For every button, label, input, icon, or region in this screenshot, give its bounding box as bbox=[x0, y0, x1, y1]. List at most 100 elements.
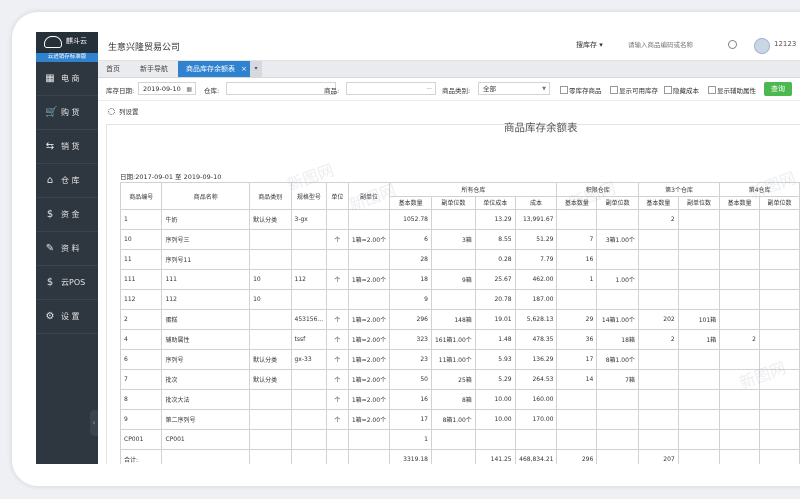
pencil-icon: ✎ bbox=[45, 242, 55, 254]
col-header-base-qty[interactable]: 基本数量 bbox=[637, 195, 679, 210]
calendar-icon[interactable]: ▦ bbox=[186, 83, 192, 96]
search-icon[interactable] bbox=[728, 40, 737, 49]
available-stock-checkbox[interactable] bbox=[610, 86, 618, 94]
hide-cost-checkbox[interactable] bbox=[664, 86, 672, 94]
table-cell: 17 bbox=[556, 349, 598, 370]
table-row[interactable]: 10 序列号三 个 1箱=2.00个 6 3箱 8.55 51.29 7 3箱1.00个 bbox=[119, 229, 800, 250]
table-cell bbox=[677, 289, 721, 310]
table-row[interactable]: 1 牛奶 默认分类 3-gx 1052.78 13.29 13,991.67 2 bbox=[119, 209, 800, 230]
table-cell bbox=[596, 209, 639, 230]
search-input[interactable] bbox=[628, 38, 740, 52]
category-select[interactable]: 全部 ▼ bbox=[478, 82, 550, 95]
table-cell: 9 bbox=[119, 409, 163, 430]
col-header-category[interactable]: 商品类别 bbox=[249, 182, 292, 210]
table-cell: 序列号三 bbox=[161, 229, 251, 250]
close-icon[interactable]: × bbox=[241, 65, 247, 73]
table-row[interactable]: 9 第二序列号 个 1箱=2.00个 17 8箱1.00个 10.00 170.00 bbox=[119, 409, 800, 430]
warehouse-label: 仓库: bbox=[204, 87, 220, 95]
table-cell bbox=[637, 289, 679, 310]
col-header-name[interactable]: 商品名称 bbox=[161, 182, 251, 210]
col-header-code[interactable]: 商品编号 bbox=[119, 182, 163, 210]
total-cell bbox=[759, 449, 800, 464]
table-cell: 个 bbox=[326, 309, 349, 330]
search-type-select[interactable]: 搜库存 ▾ bbox=[576, 38, 624, 52]
table-cell bbox=[249, 409, 292, 430]
report-title: 商品库存余额表 bbox=[504, 122, 578, 134]
table-cell: 112 bbox=[290, 269, 328, 290]
more-icon[interactable]: ··· bbox=[426, 83, 432, 96]
col-header-unit[interactable]: 单位 bbox=[326, 182, 349, 210]
sidebar-item-warehouse[interactable]: ⌂ 仓 库 bbox=[36, 164, 98, 198]
sidebar-item-ecommerce[interactable]: ▦ 电 商 bbox=[36, 62, 98, 96]
sidebar-collapse-button[interactable]: ‹ bbox=[90, 410, 98, 436]
sidebar-item-settings[interactable]: ⚙ 设 置 bbox=[36, 300, 98, 334]
group-header-warehouse-3: 第3个仓库 bbox=[637, 182, 721, 197]
username[interactable]: 12123 bbox=[774, 40, 796, 48]
col-header-cost[interactable]: 成本 bbox=[514, 195, 558, 210]
table-cell bbox=[677, 249, 721, 270]
zero-stock-checkbox[interactable] bbox=[560, 86, 568, 94]
table-cell: 1052.78 bbox=[389, 209, 432, 230]
table-cell: 136.29 bbox=[514, 349, 558, 370]
table-cell: tssf bbox=[290, 329, 328, 350]
table-row[interactable]: 11 序列号11 28 0.28 7.79 16 bbox=[119, 249, 800, 270]
table-cell bbox=[430, 429, 476, 450]
column-settings-button[interactable]: 列设置 bbox=[108, 106, 139, 116]
table-cell: 13,991.67 bbox=[514, 209, 558, 230]
table-cell: 2 bbox=[637, 329, 679, 350]
table-cell bbox=[677, 369, 721, 390]
table-cell: 148箱 bbox=[430, 309, 476, 330]
col-header-sub-qty[interactable]: 副单位数 bbox=[677, 195, 721, 210]
table-cell: CP001 bbox=[119, 429, 163, 450]
table-cell: 1箱=2.00个 bbox=[347, 389, 391, 410]
checkbox-label: 零库存商品 bbox=[569, 87, 602, 95]
table-cell: 5,628.13 bbox=[514, 309, 558, 330]
date-field[interactable]: 2019-09-10 ▦ bbox=[138, 82, 196, 95]
table-row[interactable]: 6 序列号 默认分类 gx-33 个 1箱=2.00个 23 11箱1.00个 5.93 136.… bbox=[119, 349, 800, 370]
col-header-sub-qty[interactable]: 副单位数 bbox=[430, 195, 476, 210]
table-cell: 10 bbox=[249, 269, 292, 290]
table-cell: 16 bbox=[389, 389, 432, 410]
col-header-unit-cost[interactable]: 单位成本 bbox=[474, 195, 516, 210]
tab-stock-balance[interactable]: 商品库存余额表 × bbox=[178, 61, 255, 77]
table-cell: 1 bbox=[389, 429, 432, 450]
avatar[interactable] bbox=[754, 38, 770, 54]
total-row: 合计: 3319.18 141.25 468,834.21 296 207 bbox=[119, 449, 800, 464]
table-cell bbox=[637, 369, 679, 390]
table-cell: 1箱=2.00个 bbox=[347, 329, 391, 350]
table-cell: 个 bbox=[326, 269, 349, 290]
table-cell bbox=[290, 249, 328, 270]
table-row[interactable]: 111 111 10 112 个 1箱=2.00个 18 9箱 25.67 462.00 1 1.00… bbox=[119, 269, 800, 290]
table-cell: 8箱1.00个 bbox=[430, 409, 476, 430]
table-cell: 1.00个 bbox=[596, 269, 639, 290]
table-cell bbox=[249, 429, 292, 450]
table-cell: 23 bbox=[389, 349, 432, 370]
table-cell bbox=[596, 249, 639, 270]
sidebar-item-data[interactable]: ✎ 资 料 bbox=[36, 232, 98, 266]
table-cell: 个 bbox=[326, 229, 349, 250]
tab-guide[interactable]: 新手导航 bbox=[132, 61, 176, 77]
table-row[interactable]: 8 批次大法 个 1箱=2.00个 16 8箱 10.00 160.00 bbox=[119, 389, 800, 410]
table-cell bbox=[677, 409, 721, 430]
main-area: 生意兴隆贸易公司 搜库存 ▾ 12123 首页 新手导航 商品库存余额表× ▾ … bbox=[98, 32, 800, 464]
sidebar-item-pos[interactable]: $ 云POS bbox=[36, 266, 98, 300]
sidebar-item-purchase[interactable]: 🛒 购 货 bbox=[36, 96, 98, 130]
warehouse-field[interactable]: ··· bbox=[226, 82, 336, 95]
table-cell: 202 bbox=[637, 309, 679, 330]
table-row[interactable]: 112 112 10 9 20.78 187.00 bbox=[119, 289, 800, 310]
query-button[interactable]: 查询 bbox=[764, 82, 792, 96]
table-cell bbox=[759, 409, 800, 430]
sidebar-item-funds[interactable]: $ 资 金 bbox=[36, 198, 98, 232]
table-row[interactable]: 4 辅助属性 tssf 个 1箱=2.00个 323 161箱1.00个 1.48 478.35… bbox=[119, 329, 800, 350]
product-field[interactable]: ··· bbox=[346, 82, 436, 95]
tab-more-button[interactable]: ▾ bbox=[250, 61, 262, 77]
table-row[interactable]: 2 蛋糕 453156... 个 1箱=2.00个 296 148箱 19.01 5,628.1… bbox=[119, 309, 800, 330]
aux-attr-checkbox[interactable] bbox=[708, 86, 716, 94]
table-cell: 17 bbox=[389, 409, 432, 430]
table-row[interactable]: 7 批次 默认分类 个 1箱=2.00个 50 25箱 5.29 264.53 14 7箱 bbox=[119, 369, 800, 390]
sidebar-item-sales[interactable]: ⇆ 销 货 bbox=[36, 130, 98, 164]
table-row[interactable]: CP001 CP001 1 bbox=[119, 429, 800, 450]
table-cell bbox=[249, 309, 292, 330]
table-cell bbox=[290, 289, 328, 310]
tab-home[interactable]: 首页 bbox=[98, 61, 128, 77]
